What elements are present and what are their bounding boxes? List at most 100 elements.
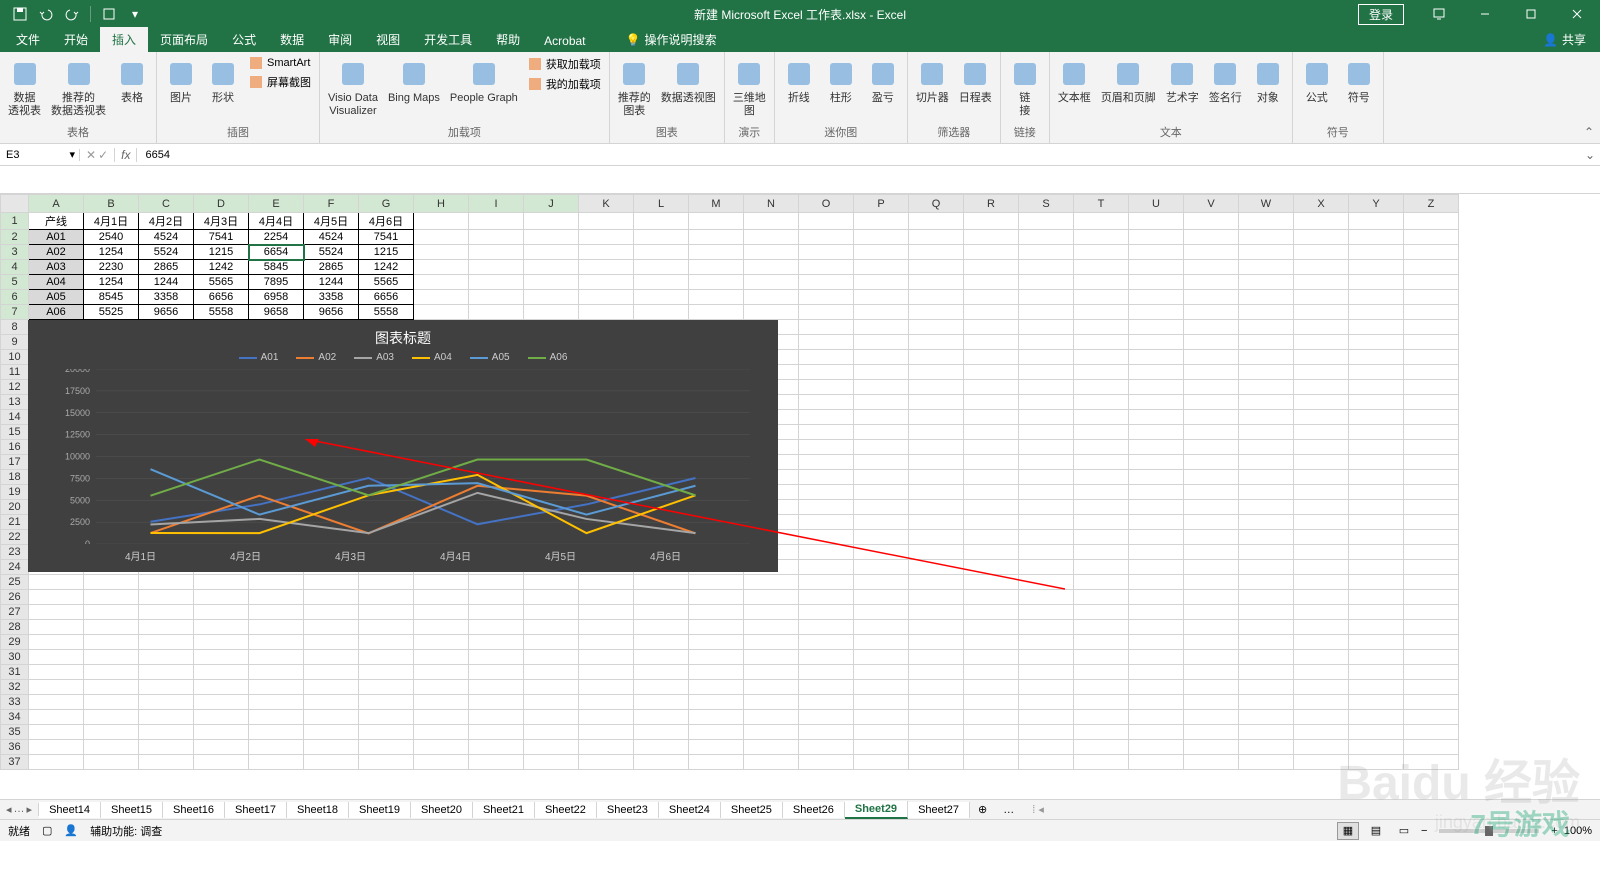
ribbon-btn-Bing Maps[interactable]: Bing Maps — [384, 54, 444, 122]
sheet-tab-Sheet26[interactable]: Sheet26 — [783, 802, 845, 818]
cell-O27[interactable] — [799, 605, 854, 620]
cell-I30[interactable] — [469, 650, 524, 665]
cell-L29[interactable] — [634, 635, 689, 650]
cell-Y37[interactable] — [1349, 755, 1404, 770]
cell-A27[interactable] — [29, 605, 84, 620]
cell-Q22[interactable] — [909, 530, 964, 545]
cell-X1[interactable] — [1294, 213, 1349, 230]
cell-Y24[interactable] — [1349, 560, 1404, 575]
cell-H28[interactable] — [414, 620, 469, 635]
cell-N2[interactable] — [744, 230, 799, 245]
row-header-36[interactable]: 36 — [1, 740, 29, 755]
cell-G33[interactable] — [359, 695, 414, 710]
cell-L30[interactable] — [634, 650, 689, 665]
cell-P35[interactable] — [854, 725, 909, 740]
cell-E34[interactable] — [249, 710, 304, 725]
cell-R19[interactable] — [964, 485, 1019, 500]
cell-Q36[interactable] — [909, 740, 964, 755]
cell-X19[interactable] — [1294, 485, 1349, 500]
cell-J1[interactable] — [524, 213, 579, 230]
cell-K25[interactable] — [579, 575, 634, 590]
cell-S21[interactable] — [1019, 515, 1074, 530]
cell-E29[interactable] — [249, 635, 304, 650]
cell-R3[interactable] — [964, 245, 1019, 260]
cell-T22[interactable] — [1074, 530, 1129, 545]
cell-N26[interactable] — [744, 590, 799, 605]
cell-S7[interactable] — [1019, 305, 1074, 320]
cell-K3[interactable] — [579, 245, 634, 260]
cell-X17[interactable] — [1294, 455, 1349, 470]
cell-K26[interactable] — [579, 590, 634, 605]
ribbon-btn-Visio DataVisualizer[interactable]: Visio Data Visualizer — [324, 54, 382, 122]
cell-D5[interactable]: 5565 — [194, 275, 249, 290]
cell-O18[interactable] — [799, 470, 854, 485]
row-header-11[interactable]: 11 — [1, 365, 29, 380]
cell-X31[interactable] — [1294, 665, 1349, 680]
select-all-corner[interactable] — [1, 195, 29, 213]
cell-Q16[interactable] — [909, 440, 964, 455]
cell-T26[interactable] — [1074, 590, 1129, 605]
cell-N32[interactable] — [744, 680, 799, 695]
cell-I35[interactable] — [469, 725, 524, 740]
cell-P14[interactable] — [854, 410, 909, 425]
cell-M35[interactable] — [689, 725, 744, 740]
cell-M32[interactable] — [689, 680, 744, 695]
cell-M33[interactable] — [689, 695, 744, 710]
cell-M37[interactable] — [689, 755, 744, 770]
cell-P19[interactable] — [854, 485, 909, 500]
close-icon[interactable] — [1554, 0, 1600, 28]
cell-W22[interactable] — [1239, 530, 1294, 545]
cell-P9[interactable] — [854, 335, 909, 350]
cell-U2[interactable] — [1129, 230, 1184, 245]
cell-O6[interactable] — [799, 290, 854, 305]
cell-Q21[interactable] — [909, 515, 964, 530]
cell-X7[interactable] — [1294, 305, 1349, 320]
cell-J29[interactable] — [524, 635, 579, 650]
cell-O4[interactable] — [799, 260, 854, 275]
cell-T24[interactable] — [1074, 560, 1129, 575]
cell-A30[interactable] — [29, 650, 84, 665]
cell-Y12[interactable] — [1349, 380, 1404, 395]
cell-N1[interactable] — [744, 213, 799, 230]
cell-I34[interactable] — [469, 710, 524, 725]
cell-B25[interactable] — [84, 575, 139, 590]
cell-B29[interactable] — [84, 635, 139, 650]
cell-J36[interactable] — [524, 740, 579, 755]
cell-S28[interactable] — [1019, 620, 1074, 635]
cell-U11[interactable] — [1129, 365, 1184, 380]
cell-C33[interactable] — [139, 695, 194, 710]
cell-S36[interactable] — [1019, 740, 1074, 755]
cell-V31[interactable] — [1184, 665, 1239, 680]
cell-O15[interactable] — [799, 425, 854, 440]
cell-V24[interactable] — [1184, 560, 1239, 575]
cell-I28[interactable] — [469, 620, 524, 635]
cell-T15[interactable] — [1074, 425, 1129, 440]
cell-N5[interactable] — [744, 275, 799, 290]
cell-T30[interactable] — [1074, 650, 1129, 665]
cell-L2[interactable] — [634, 230, 689, 245]
cell-T20[interactable] — [1074, 500, 1129, 515]
cell-B37[interactable] — [84, 755, 139, 770]
cell-T5[interactable] — [1074, 275, 1129, 290]
sheet-prev-icon[interactable]: ◂ — [6, 803, 12, 816]
cell-J4[interactable] — [524, 260, 579, 275]
cell-Z1[interactable] — [1404, 213, 1459, 230]
cell-P1[interactable] — [854, 213, 909, 230]
cell-R33[interactable] — [964, 695, 1019, 710]
cell-W5[interactable] — [1239, 275, 1294, 290]
cell-Q34[interactable] — [909, 710, 964, 725]
cell-U14[interactable] — [1129, 410, 1184, 425]
col-header-A[interactable]: A — [29, 195, 84, 213]
ribbon-small-屏幕截图[interactable]: 屏幕截图 — [245, 72, 315, 92]
cell-R20[interactable] — [964, 500, 1019, 515]
cell-Y7[interactable] — [1349, 305, 1404, 320]
cell-R25[interactable] — [964, 575, 1019, 590]
cell-T1[interactable] — [1074, 213, 1129, 230]
cell-C25[interactable] — [139, 575, 194, 590]
cell-Q8[interactable] — [909, 320, 964, 335]
cell-E33[interactable] — [249, 695, 304, 710]
cell-X6[interactable] — [1294, 290, 1349, 305]
cell-P10[interactable] — [854, 350, 909, 365]
cell-F27[interactable] — [304, 605, 359, 620]
row-header-22[interactable]: 22 — [1, 530, 29, 545]
